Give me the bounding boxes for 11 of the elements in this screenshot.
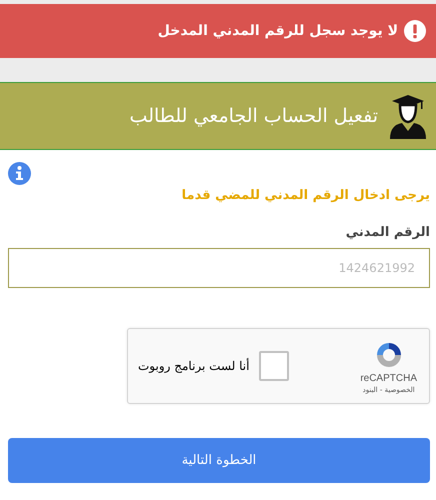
instruction-text: يرجى ادخال الرقم المدني للمضي قدما — [180, 188, 430, 203]
captcha-label: أنا لست برنامج روبوت — [138, 359, 250, 373]
field-label: الرقم المدني — [344, 225, 430, 240]
info-icon — [8, 162, 31, 185]
graduate-icon — [388, 93, 428, 139]
next-step-button[interactable]: الخطوة التالية — [8, 438, 430, 483]
page-title: تفعيل الحساب الجامعي للطالب — [130, 105, 378, 127]
exclamation-icon — [404, 20, 426, 42]
alert-message: لا يوجد سجل للرقم المدني المدخل — [158, 23, 398, 39]
recaptcha-brand: reCAPTCHA — [360, 372, 417, 384]
captcha-checkbox[interactable] — [259, 351, 290, 381]
